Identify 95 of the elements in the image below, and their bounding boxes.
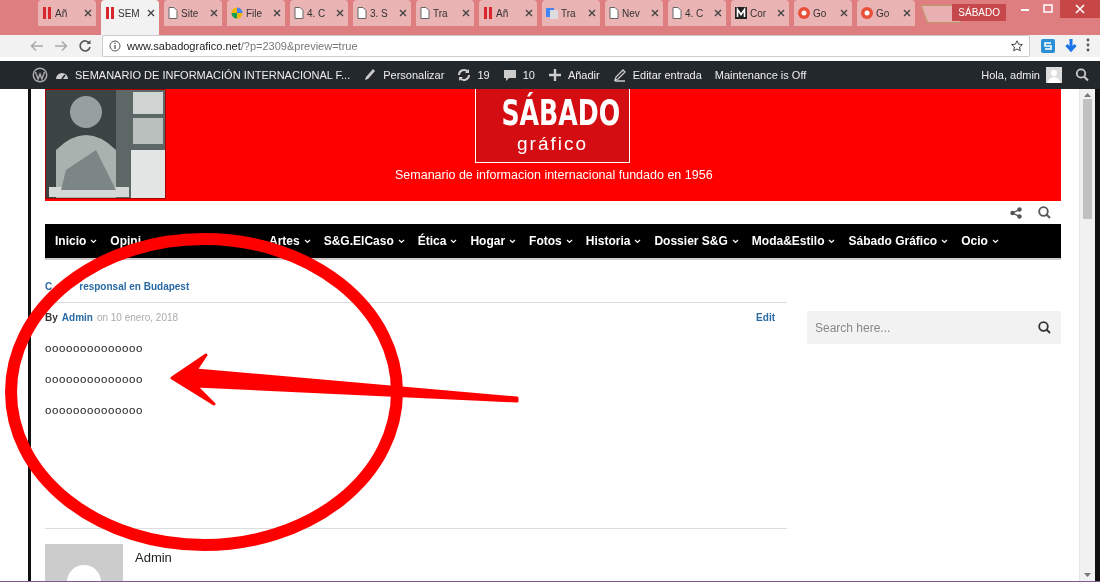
category-link[interactable]: C xyxy=(45,281,53,292)
page-icon xyxy=(168,7,178,19)
browser-tab[interactable]: File xyxy=(227,0,285,26)
info-icon xyxy=(109,40,121,52)
share-icon[interactable] xyxy=(1010,206,1022,219)
post-date: on 10 enero, 2018 xyxy=(96,312,179,323)
nav-item[interactable]: Inicio xyxy=(55,234,98,248)
nav-item[interactable]: Historia xyxy=(585,234,642,248)
reload-icon[interactable] xyxy=(78,39,92,53)
plus-icon xyxy=(547,68,562,82)
nav-item[interactable]: Sábado Gráfico xyxy=(848,234,949,248)
download-icon[interactable] xyxy=(1064,38,1078,54)
close-icon[interactable] xyxy=(1060,0,1100,18)
search-icon[interactable] xyxy=(1038,321,1051,334)
close-icon[interactable] xyxy=(525,9,533,17)
admin-bar-item[interactable]: Maintenance is Off xyxy=(714,69,807,81)
scroll-down-icon[interactable] xyxy=(1084,573,1091,577)
tagline: Semanario de informacion internacional fundado en 1956 xyxy=(395,168,713,182)
bars-icon xyxy=(483,7,493,19)
site-name-link[interactable]: SEMANARIO DE INFORMACIÓN INTERNACIONAL F... xyxy=(55,69,351,81)
refresh-icon xyxy=(457,68,472,82)
page-icon xyxy=(609,7,619,19)
close-icon[interactable] xyxy=(714,9,722,17)
page-icon xyxy=(357,7,367,19)
byline-label: By xyxy=(45,312,58,323)
pinwheel-icon xyxy=(231,7,243,19)
browser-tab[interactable]: Nev xyxy=(605,0,663,26)
page-icon xyxy=(420,7,430,19)
browser-tab[interactable]: Añ xyxy=(38,0,96,26)
browser-tab[interactable]: 4. C xyxy=(290,0,348,26)
menu-icon[interactable] xyxy=(1086,38,1090,52)
scrollbar-thumb[interactable] xyxy=(1083,99,1092,219)
nav-item[interactable]: Hogar xyxy=(470,234,517,248)
paragraph: oooooooooooooo xyxy=(45,342,144,354)
close-icon[interactable] xyxy=(84,9,92,17)
browser-tab[interactable]: Tra xyxy=(542,0,600,26)
browser-tab[interactable]: Cor xyxy=(731,0,789,26)
extension-icon[interactable] xyxy=(1040,38,1056,54)
close-icon[interactable] xyxy=(210,9,218,17)
bars-icon xyxy=(105,7,115,19)
nav-item[interactable]: Dossier S&G xyxy=(654,234,739,248)
admin-bar-item[interactable]: 19 xyxy=(457,68,490,82)
greeting-link[interactable]: Hola, admin xyxy=(981,69,1040,81)
circle-logo-icon xyxy=(861,7,873,19)
nav-item[interactable]: Artes xyxy=(269,234,311,248)
close-icon[interactable] xyxy=(147,9,155,17)
admin-bar-item[interactable]: Editar entrada xyxy=(612,68,702,82)
paragraph: oooooooooooooo xyxy=(45,373,144,385)
star-icon[interactable] xyxy=(1011,40,1023,52)
search-icon[interactable] xyxy=(1038,206,1051,219)
site-logo[interactable]: SÁBADO gráfico xyxy=(475,89,630,163)
close-icon[interactable] xyxy=(903,9,911,17)
scroll-up-icon[interactable] xyxy=(1084,93,1091,97)
admin-bar-item[interactable]: Añadir xyxy=(547,68,600,82)
page-icon xyxy=(294,7,304,19)
translate-icon xyxy=(546,7,558,19)
author-link[interactable]: Admin xyxy=(61,312,93,323)
paragraph: oooooooooooooo xyxy=(45,404,144,416)
edit-link[interactable]: Edit xyxy=(756,312,775,323)
bars-icon xyxy=(42,7,52,19)
browser-tab[interactable]: Go xyxy=(794,0,852,26)
m-logo-icon xyxy=(735,7,747,19)
browser-tab[interactable]: Tra xyxy=(416,0,474,26)
admin-bar-item[interactable]: Personalizar xyxy=(363,68,445,82)
close-icon[interactable] xyxy=(651,9,659,17)
close-icon[interactable] xyxy=(462,9,470,17)
wordpress-logo-icon[interactable] xyxy=(32,67,48,83)
browser-tab[interactable]: Go xyxy=(857,0,915,26)
nav-item[interactable]: Ocio xyxy=(961,234,999,248)
nav-item[interactable]: S&G.ElCaso xyxy=(323,234,405,248)
page-icon xyxy=(672,7,682,19)
window-title: SÁBADO xyxy=(952,4,1006,21)
circle-logo-icon xyxy=(798,7,810,19)
close-icon[interactable] xyxy=(588,9,596,17)
brush-icon xyxy=(363,68,378,82)
category-link[interactable]: responsal en Budapest xyxy=(79,281,190,292)
nav-item[interactable]: Moda&Estilo xyxy=(751,234,836,248)
scrollbar[interactable] xyxy=(1079,89,1095,581)
admin-bar-item[interactable]: 10 xyxy=(502,68,535,82)
nav-item[interactable]: Fotos xyxy=(529,234,573,248)
browser-tab[interactable]: Site xyxy=(164,0,222,26)
comment-icon xyxy=(502,68,517,82)
browser-tab[interactable]: Añ xyxy=(479,0,537,26)
pencil-icon xyxy=(612,68,627,82)
close-icon[interactable] xyxy=(777,9,785,17)
close-icon[interactable] xyxy=(336,9,344,17)
author-name: Admin xyxy=(135,550,172,567)
browser-tab[interactable]: SEM xyxy=(101,0,159,35)
close-icon[interactable] xyxy=(840,9,848,17)
close-icon[interactable] xyxy=(273,9,281,17)
url-field[interactable]: www.sabadografico.net/?p=2309&preview=true xyxy=(102,35,1030,57)
browser-tab[interactable]: 3. S xyxy=(353,0,411,26)
nav-item[interactable]: Ética xyxy=(417,234,458,248)
browser-tab[interactable]: 4. C xyxy=(668,0,726,26)
close-icon[interactable] xyxy=(399,9,407,17)
